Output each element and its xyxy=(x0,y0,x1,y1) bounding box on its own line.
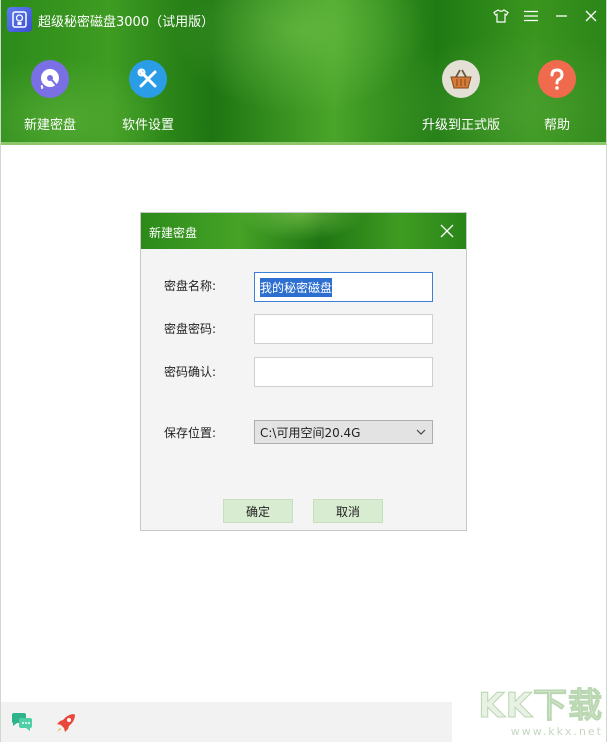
app-title: 超级秘密磁盘3000（试用版） xyxy=(38,15,215,30)
toolbar-item-label: 新建密盘 xyxy=(23,118,76,133)
new-disk-icon xyxy=(31,60,69,98)
menu-icon[interactable] xyxy=(523,8,539,24)
window-controls xyxy=(493,8,599,24)
basket-icon xyxy=(442,60,480,98)
dialog-title-bar: 新建密盘 xyxy=(141,213,466,249)
save-location-value: C:\可用空间20.4G xyxy=(260,425,361,440)
save-location-label: 保存位置: xyxy=(164,426,217,440)
ok-button[interactable]: 确定 xyxy=(223,499,293,523)
dialog-title: 新建密盘 xyxy=(149,226,198,240)
close-icon[interactable] xyxy=(583,8,599,24)
watermark: KK下载 www.kkx.net xyxy=(478,686,603,739)
disk-name-label: 密盘名称: xyxy=(164,279,217,293)
toolbar-help-button[interactable]: 帮助 xyxy=(517,60,597,133)
new-disk-dialog: 新建密盘 密盘名称: 我的秘密磁盘 密盘密码: 密码确认: 保存位置: C:\可… xyxy=(140,212,467,531)
disk-password-input[interactable] xyxy=(254,314,433,344)
toolbar-item-label: 软件设置 xyxy=(121,118,174,133)
toolbar-item-label: 帮助 xyxy=(543,118,570,133)
toolbar-item-label: 升级到正式版 xyxy=(421,118,500,133)
toolbar-upgrade-button[interactable]: 升级到正式版 xyxy=(421,60,501,133)
app-logo-icon xyxy=(7,7,32,32)
tools-icon xyxy=(129,60,167,98)
toolbar-new-disk-button[interactable]: 新建密盘 xyxy=(10,60,90,133)
watermark-brand: KK下载 xyxy=(478,686,603,726)
disk-name-value: 我的秘密磁盘 xyxy=(260,277,333,297)
toolbar-settings-button[interactable]: 软件设置 xyxy=(108,60,188,133)
skin-icon[interactable] xyxy=(493,8,509,24)
chat-icon[interactable] xyxy=(10,711,34,735)
chevron-down-icon xyxy=(416,429,426,435)
cancel-button[interactable]: 取消 xyxy=(313,499,383,523)
disk-password-label: 密盘密码: xyxy=(164,322,217,336)
rocket-icon[interactable] xyxy=(54,711,78,735)
watermark-url: www.kkx.net xyxy=(510,725,603,738)
footer-bar xyxy=(0,702,452,742)
minimize-icon[interactable] xyxy=(553,8,569,24)
save-location-select[interactable]: C:\可用空间20.4G xyxy=(254,420,433,444)
dialog-close-icon[interactable] xyxy=(440,224,454,238)
password-confirm-label: 密码确认: xyxy=(164,365,217,379)
disk-name-input[interactable]: 我的秘密磁盘 xyxy=(254,272,433,302)
password-confirm-input[interactable] xyxy=(254,357,433,387)
header-bar: 超级秘密磁盘3000（试用版） 新建密盘 软件设置 升级到正式版 帮助 xyxy=(0,0,607,145)
help-icon xyxy=(538,60,576,98)
